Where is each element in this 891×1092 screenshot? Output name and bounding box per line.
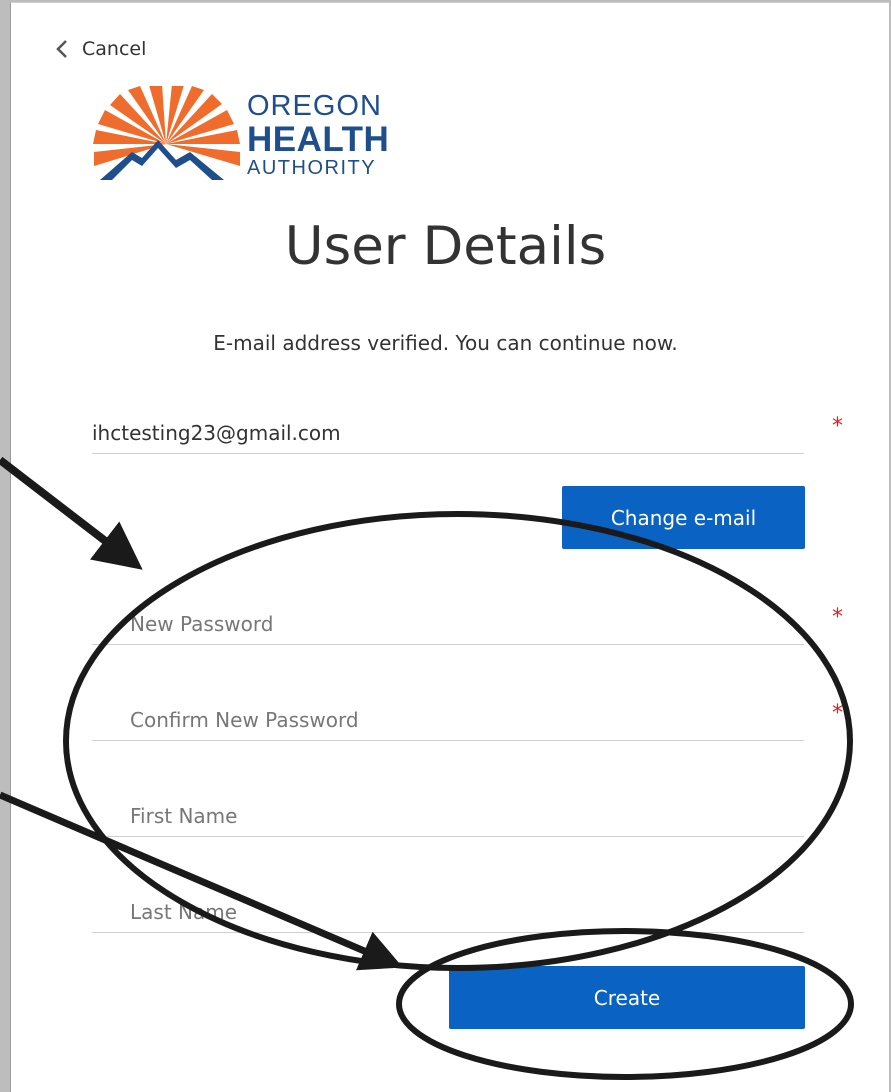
- email-required-marker: *: [832, 414, 843, 439]
- logo-line-authority: AUTHORITY: [247, 157, 377, 179]
- sunrise-mountain-icon: [93, 86, 240, 180]
- change-email-button[interactable]: Change e-mail: [562, 486, 805, 549]
- cancel-link[interactable]: Cancel: [54, 38, 146, 60]
- confirm-password-field[interactable]: Confirm New Password: [92, 692, 804, 741]
- logo-line-health: HEALTH: [247, 120, 390, 159]
- email-field[interactable]: ihctesting23@gmail.com: [92, 405, 804, 454]
- last-name-field[interactable]: Last Name: [92, 884, 804, 933]
- confirm-password-required-marker: *: [832, 701, 843, 726]
- first-name-placeholder: First Name: [130, 804, 238, 828]
- oregon-health-authority-logo: OREGON HEALTH AUTHORITY: [92, 86, 437, 184]
- email-value: ihctesting23@gmail.com: [92, 421, 341, 445]
- create-button[interactable]: Create: [449, 966, 805, 1029]
- new-password-field[interactable]: New Password: [92, 596, 804, 645]
- last-name-placeholder: Last Name: [130, 900, 238, 924]
- new-password-required-marker: *: [832, 605, 843, 630]
- first-name-field[interactable]: First Name: [92, 788, 804, 837]
- new-password-placeholder: New Password: [130, 612, 274, 636]
- cancel-label: Cancel: [82, 38, 147, 60]
- confirm-password-placeholder: Confirm New Password: [130, 708, 359, 732]
- logo-line-oregon: OREGON: [247, 90, 382, 122]
- chevron-left-icon: [56, 40, 67, 58]
- status-message: E-mail address verified. You can continu…: [213, 331, 678, 355]
- page-title: User Details: [284, 216, 607, 277]
